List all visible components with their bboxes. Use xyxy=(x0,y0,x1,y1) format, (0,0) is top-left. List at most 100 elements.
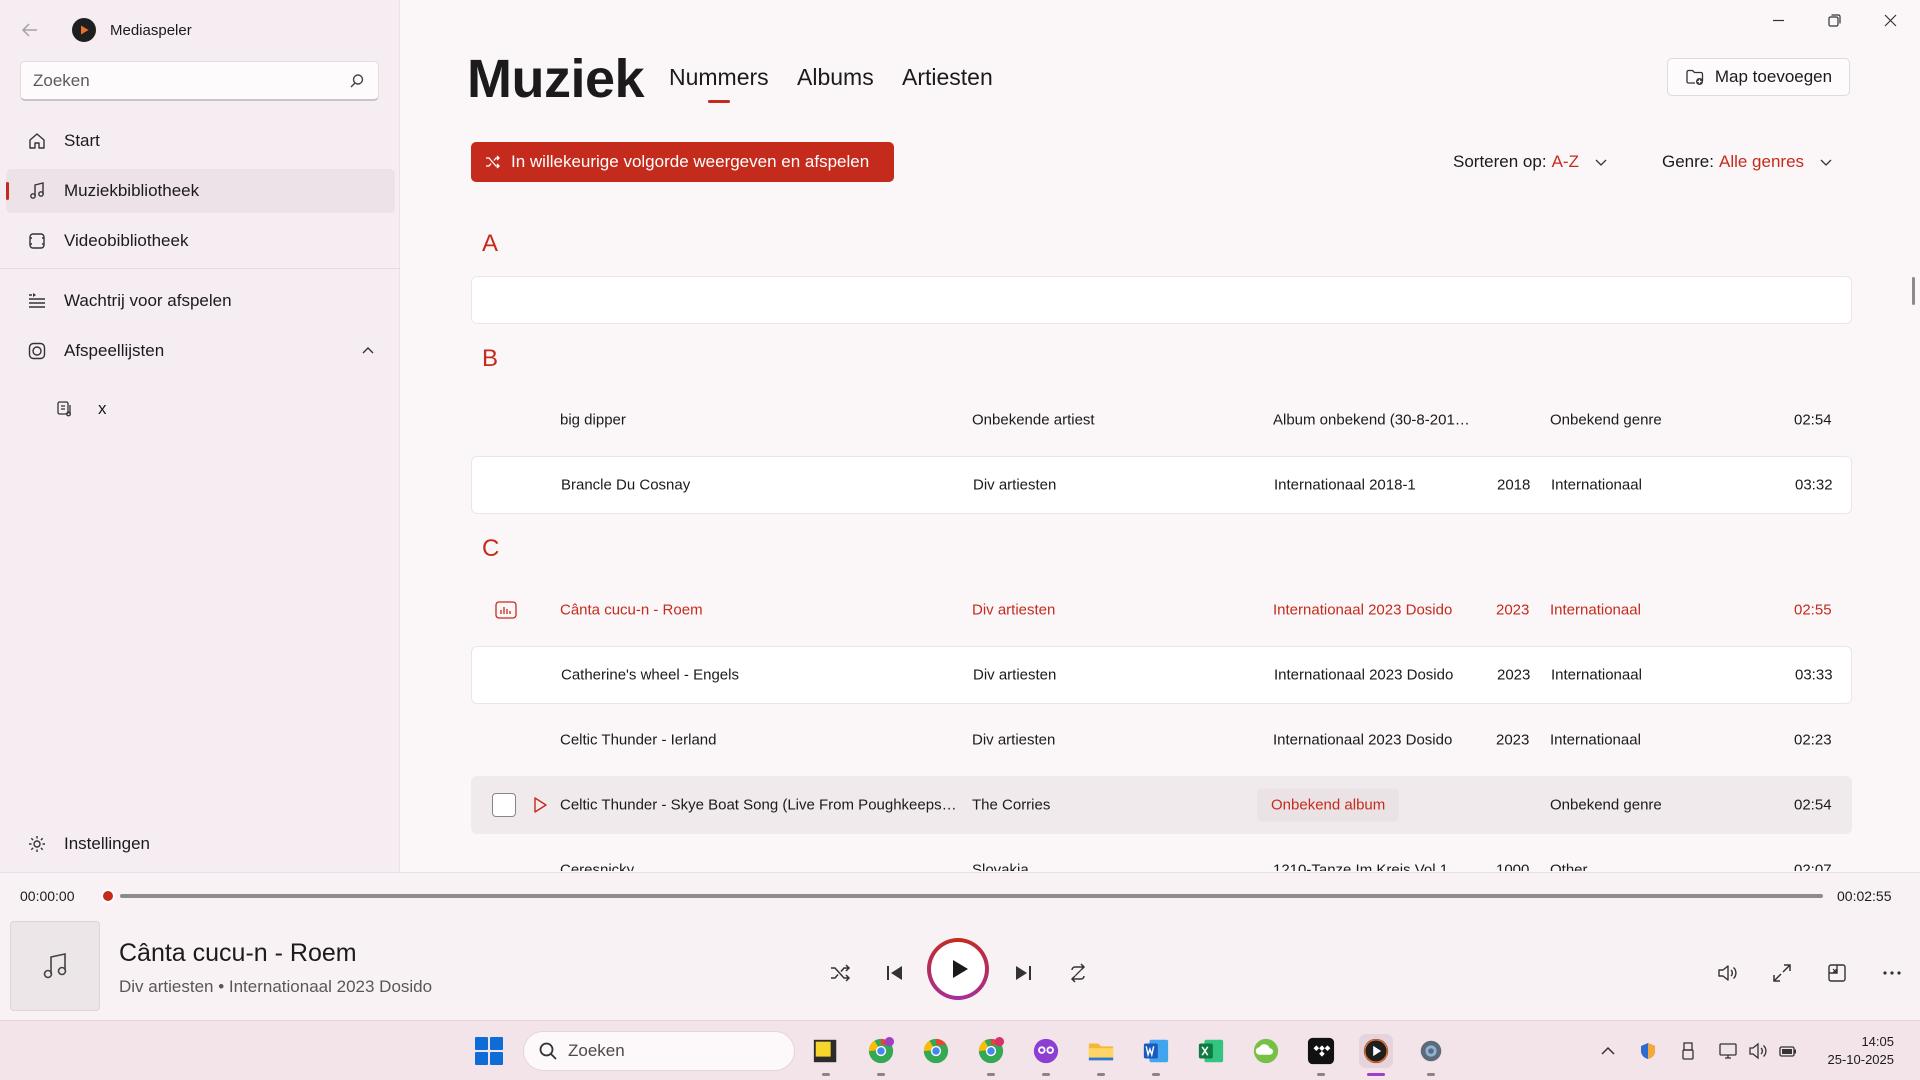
chrome-profile-e2-icon[interactable] xyxy=(974,1034,1008,1076)
song-artist[interactable]: Onbekende artiest xyxy=(972,412,1095,429)
sort-dropdown[interactable]: Sorteren op: A-Z xyxy=(1453,152,1607,172)
album-art[interactable] xyxy=(10,921,100,1011)
section-letter-c[interactable]: C xyxy=(482,535,499,563)
sidebar-item-queue[interactable]: Wachtrij voor afspelen xyxy=(6,279,395,323)
tab-nummers[interactable]: Nummers xyxy=(669,64,769,91)
arrow-left-icon xyxy=(21,23,37,37)
tab-artiesten[interactable]: Artiesten xyxy=(902,64,993,91)
chevron-up-icon[interactable] xyxy=(1598,1041,1618,1061)
play-pause-button[interactable] xyxy=(927,938,989,1000)
row-checkbox[interactable] xyxy=(492,793,516,817)
song-album[interactable]: Internationaal 2018-1 xyxy=(1274,477,1416,494)
elapsed-time: 00:00:00 xyxy=(20,888,75,904)
chevron-up-icon[interactable] xyxy=(361,344,375,358)
song-artist[interactable]: Div artiesten xyxy=(972,732,1055,749)
song-title: Brancle Du Cosnay xyxy=(561,476,691,494)
minimize-button[interactable] xyxy=(1750,0,1806,40)
media-player-taskbar-icon[interactable] xyxy=(1359,1034,1393,1076)
restore-icon xyxy=(1827,13,1841,27)
chrome-profile-e-icon[interactable] xyxy=(864,1034,898,1076)
song-duration: 02:55 xyxy=(1794,601,1832,619)
sticky-notes-icon[interactable] xyxy=(809,1034,843,1076)
cloud-app-icon[interactable] xyxy=(1249,1034,1283,1068)
sidebar-item-video-library[interactable]: Videobibliotheek xyxy=(6,219,395,263)
speaker-icon[interactable] xyxy=(1748,1041,1768,1061)
seek-bar[interactable] xyxy=(120,894,1823,898)
more-options-button[interactable] xyxy=(1872,953,1912,993)
title-bar: Mediaspeler xyxy=(0,0,400,60)
playlist-item[interactable]: x xyxy=(56,389,107,429)
chrome-icon[interactable] xyxy=(919,1034,953,1068)
shuffle-play-button[interactable]: In willekeurige volgorde weergeven en af… xyxy=(471,142,894,182)
now-playing-subtitle[interactable]: Div artiesten • Internationaal 2023 Dosi… xyxy=(119,977,432,997)
song-genre: Other xyxy=(1550,861,1588,872)
restore-button[interactable] xyxy=(1806,0,1862,40)
usb-icon[interactable] xyxy=(1678,1041,1698,1061)
word-icon[interactable] xyxy=(1139,1034,1173,1076)
sidebar-item-settings[interactable]: Instellingen xyxy=(6,822,395,866)
clock[interactable]: 14:05 25-10-2025 xyxy=(1828,1033,1895,1069)
table-row[interactable]: Brancle Du Cosnay Div artiesten Internat… xyxy=(471,456,1852,514)
song-album[interactable]: Internationaal 2023 Dosido xyxy=(1273,732,1452,749)
search-icon[interactable] xyxy=(348,72,366,90)
scrollbar-thumb[interactable] xyxy=(1912,277,1915,305)
file-explorer-icon[interactable] xyxy=(1084,1034,1118,1076)
sidebar-item-playlists[interactable]: Afspeellijsten xyxy=(6,329,395,373)
excel-icon[interactable] xyxy=(1194,1034,1228,1068)
close-button[interactable] xyxy=(1862,0,1918,40)
volume-icon xyxy=(1718,965,1737,981)
add-folder-button[interactable]: Map toevoegen xyxy=(1667,58,1850,96)
song-artist[interactable]: Div artiesten xyxy=(973,477,1056,494)
sidebar-item-label: Wachtrij voor afspelen xyxy=(64,291,232,310)
song-artist[interactable]: The Corries xyxy=(972,797,1050,814)
mini-player-button[interactable] xyxy=(1817,953,1857,993)
back-button[interactable] xyxy=(0,0,60,60)
sidebar-search[interactable] xyxy=(20,61,379,101)
table-row[interactable]: Catherine's wheel - Engels Div artiesten… xyxy=(471,646,1852,704)
song-album[interactable]: Album onbekend (30-8-201… xyxy=(1273,412,1470,429)
table-row[interactable]: Ceresnicky Slovakia 1210-Tanze Im Kreis … xyxy=(471,841,1852,872)
now-playing-title[interactable]: Cânta cucu-n - Roem xyxy=(119,939,357,968)
settings-taskbar-icon[interactable] xyxy=(1414,1034,1448,1076)
seek-knob[interactable] xyxy=(101,889,115,903)
fullscreen-button[interactable] xyxy=(1762,953,1802,993)
song-artist[interactable]: Div artiesten xyxy=(973,667,1056,684)
search-input[interactable] xyxy=(33,70,348,91)
tab-albums[interactable]: Albums xyxy=(797,64,874,91)
security-shield-icon[interactable] xyxy=(1638,1041,1658,1061)
section-letter-a[interactable]: A xyxy=(482,230,498,258)
song-album[interactable]: Internationaal 2023 Dosido xyxy=(1273,602,1452,619)
music-note-icon xyxy=(43,953,67,979)
table-row[interactable]: Celtic Thunder - Ierland Div artiesten I… xyxy=(471,711,1852,769)
repeat-button[interactable] xyxy=(1058,953,1098,993)
skip-previous-icon xyxy=(887,966,902,980)
start-button[interactable] xyxy=(475,1037,503,1065)
empty-row xyxy=(471,276,1852,324)
section-letter-b[interactable]: B xyxy=(482,345,498,373)
album-link-chip[interactable]: Onbekend album xyxy=(1257,788,1400,822)
network-icon[interactable] xyxy=(1718,1041,1738,1061)
shuffle-toggle-button[interactable] xyxy=(820,953,860,993)
song-album[interactable]: Internationaal 2023 Dosido xyxy=(1274,667,1453,684)
copilot-icon[interactable] xyxy=(1029,1034,1063,1076)
next-button[interactable] xyxy=(1003,953,1043,993)
song-album[interactable]: 1210-Tanze Im Kreis Vol 1 xyxy=(1273,862,1448,872)
song-duration: 02:54 xyxy=(1794,411,1832,429)
taskbar-search[interactable]: Zoeken xyxy=(523,1031,795,1071)
battery-icon[interactable] xyxy=(1778,1041,1798,1061)
volume-button[interactable] xyxy=(1707,953,1747,993)
song-duration: 03:33 xyxy=(1795,666,1833,684)
genre-dropdown[interactable]: Genre: Alle genres xyxy=(1662,152,1832,172)
table-row-hovered[interactable]: Celtic Thunder - Skye Boat Song (Live Fr… xyxy=(471,776,1852,834)
table-row[interactable]: big dipper Onbekende artiest Album onbek… xyxy=(471,391,1852,449)
song-genre: Internationaal xyxy=(1550,601,1641,619)
song-artist[interactable]: Div artiesten xyxy=(972,602,1055,619)
previous-button[interactable] xyxy=(875,953,915,993)
song-artist[interactable]: Slovakia xyxy=(972,862,1029,872)
table-row-playing[interactable]: Cânta cucu-n - Roem Div artiesten Intern… xyxy=(471,581,1852,639)
tidal-icon[interactable] xyxy=(1304,1034,1338,1076)
sidebar-item-music-library[interactable]: Muziekbibliotheek xyxy=(6,169,395,213)
song-genre: Internationaal xyxy=(1551,666,1642,684)
play-icon[interactable] xyxy=(531,796,549,814)
sidebar-item-start[interactable]: Start xyxy=(6,119,395,163)
